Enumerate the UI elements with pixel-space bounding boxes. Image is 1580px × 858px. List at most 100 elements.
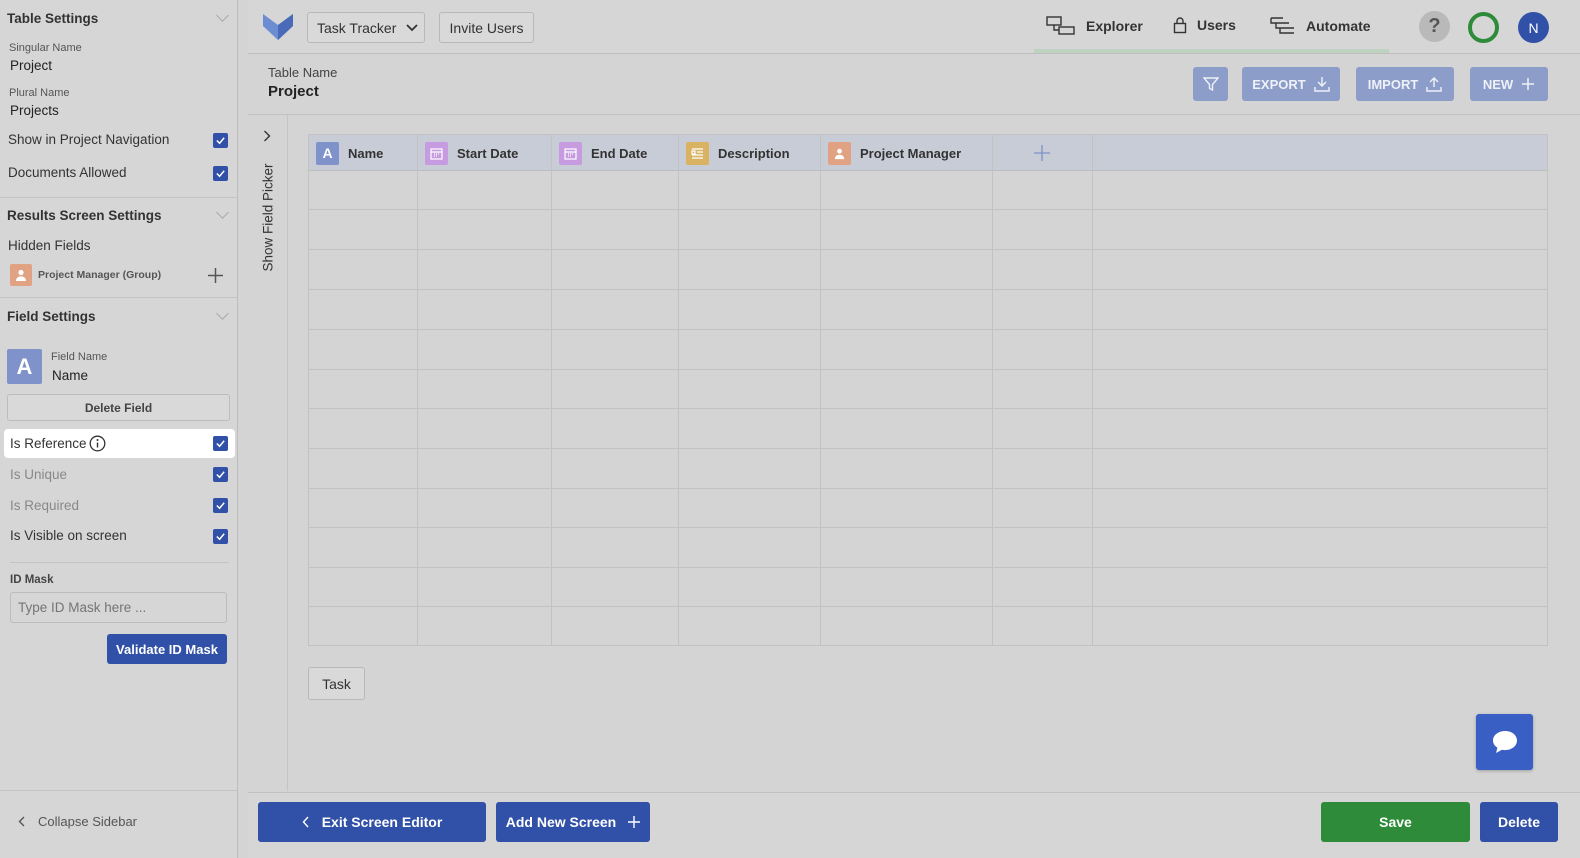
is-unique-checkbox[interactable] [213, 467, 228, 482]
gutter [238, 0, 248, 858]
id-mask-label: ID Mask [10, 574, 54, 586]
automate-icon [1270, 17, 1294, 34]
avatar[interactable]: N [1518, 12, 1549, 43]
plus-icon [628, 816, 641, 828]
chevron-right-icon[interactable] [263, 130, 271, 142]
table-name-label: Table Name [268, 65, 338, 80]
download-icon [1314, 77, 1330, 92]
save-button[interactable]: Save [1321, 802, 1470, 842]
data-grid: A Name Start Date End Date Description P… [308, 134, 1548, 646]
grid-column-divider [992, 135, 993, 645]
grid-column-divider [551, 135, 552, 645]
divider [0, 790, 237, 791]
plural-name-label: Plural Name [9, 87, 70, 99]
chat-button[interactable] [1476, 714, 1533, 770]
plus-icon [1522, 78, 1535, 90]
grid-row-divider [309, 289, 1547, 290]
table-name-value: Project [268, 83, 319, 100]
is-required-label: Is Required [10, 498, 80, 513]
lock-icon [1173, 17, 1187, 34]
new-button[interactable]: NEW [1470, 67, 1548, 101]
app-select-value: Task Tracker [317, 19, 397, 36]
documents-allowed-label: Documents Allowed [8, 165, 127, 180]
field-name-value[interactable]: Name [52, 368, 88, 383]
is-reference-checkbox[interactable] [213, 436, 228, 451]
add-column-icon[interactable] [1034, 145, 1050, 161]
results-settings-header[interactable]: Results Screen Settings [7, 208, 162, 223]
delete-field-button[interactable]: Delete Field [7, 394, 230, 421]
explorer-icon [1046, 16, 1075, 35]
export-button[interactable]: EXPORT [1242, 67, 1340, 101]
exit-screen-editor-button[interactable]: Exit Screen Editor [258, 802, 486, 842]
add-new-screen-button[interactable]: Add New Screen [496, 802, 650, 842]
hidden-field-item[interactable]: Project Manager (Group) [38, 269, 161, 281]
column-label: Name [348, 145, 384, 161]
text-lines-icon [686, 141, 709, 165]
person-icon [828, 141, 851, 165]
is-visible-label: Is Visible on screen [10, 528, 127, 543]
column-label: Start Date [457, 145, 519, 161]
table-settings-header[interactable]: Table Settings [7, 11, 98, 26]
chevron-down-icon [406, 23, 418, 31]
nav-users[interactable]: Users [1173, 16, 1236, 34]
grid-row-divider [309, 249, 1547, 250]
nav-explorer[interactable]: Explorer [1046, 16, 1143, 36]
grid-column-divider [417, 135, 418, 645]
nav-explorer-label: Explorer [1086, 18, 1143, 34]
help-button[interactable]: ? [1419, 11, 1450, 42]
add-hidden-field-icon[interactable] [207, 267, 224, 284]
filter-icon [1202, 77, 1219, 92]
top-bar: Task Tracker Invite Users Explorer Users… [248, 0, 1580, 54]
column-header-start-date[interactable]: Start Date [418, 135, 552, 171]
documents-allowed-checkbox[interactable] [213, 166, 228, 181]
import-button[interactable]: IMPORT [1356, 67, 1454, 101]
divider [0, 197, 237, 198]
upload-icon [1426, 77, 1442, 92]
is-required-checkbox[interactable] [213, 498, 228, 513]
grid-column-divider [678, 135, 679, 645]
active-tab-indicator [1034, 49, 1389, 53]
chat-icon [1492, 731, 1517, 753]
column-label: Description [718, 145, 790, 161]
grid-row-divider [309, 567, 1547, 568]
id-mask-input[interactable] [10, 592, 227, 623]
info-icon[interactable] [89, 435, 106, 452]
sidebar: Table Settings Singular Name Project Plu… [0, 0, 238, 858]
column-header-name[interactable]: A Name [309, 135, 418, 171]
status-ring-icon[interactable] [1468, 12, 1499, 43]
collapse-sidebar-button[interactable]: Collapse Sidebar [18, 814, 137, 829]
is-visible-checkbox[interactable] [213, 529, 228, 544]
chevron-down-icon[interactable] [216, 307, 229, 320]
column-header-end-date[interactable]: End Date [552, 135, 679, 171]
show-in-nav-checkbox[interactable] [213, 133, 228, 148]
is-unique-label: Is Unique [10, 467, 68, 482]
plural-name-value[interactable]: Projects [10, 103, 59, 118]
chevron-down-icon[interactable] [216, 206, 229, 219]
field-settings-header[interactable]: Field Settings [7, 309, 96, 324]
nav-automate[interactable]: Automate [1270, 16, 1371, 36]
column-header-project-manager[interactable]: Project Manager [821, 135, 993, 171]
filter-button[interactable] [1193, 67, 1228, 101]
invite-users-button[interactable]: Invite Users [439, 12, 534, 43]
grid-header: A Name Start Date End Date Description P… [309, 135, 1547, 171]
person-icon [10, 264, 32, 286]
divider [0, 297, 237, 298]
grid-row-divider [309, 606, 1547, 607]
show-field-picker-label[interactable]: Show Field Picker [261, 159, 276, 277]
validate-id-mask-button[interactable]: Validate ID Mask [107, 634, 227, 664]
chevron-down-icon[interactable] [216, 9, 229, 22]
chevron-left-icon [302, 816, 309, 828]
grid-row-divider [309, 448, 1547, 449]
export-label: EXPORT [1252, 76, 1306, 92]
import-label: IMPORT [1367, 76, 1419, 92]
column-header-description[interactable]: Description [679, 135, 821, 171]
singular-name-value[interactable]: Project [10, 58, 52, 73]
grid-column-divider [820, 135, 821, 645]
screen-tab-task[interactable]: Task [308, 667, 365, 700]
grid-row-divider [309, 408, 1547, 409]
grid-row-divider [309, 527, 1547, 528]
app-logo-icon[interactable] [262, 11, 294, 43]
app-select[interactable]: Task Tracker [307, 12, 425, 43]
delete-button[interactable]: Delete [1480, 802, 1558, 842]
field-picker[interactable]: Show Field Picker [248, 115, 288, 791]
